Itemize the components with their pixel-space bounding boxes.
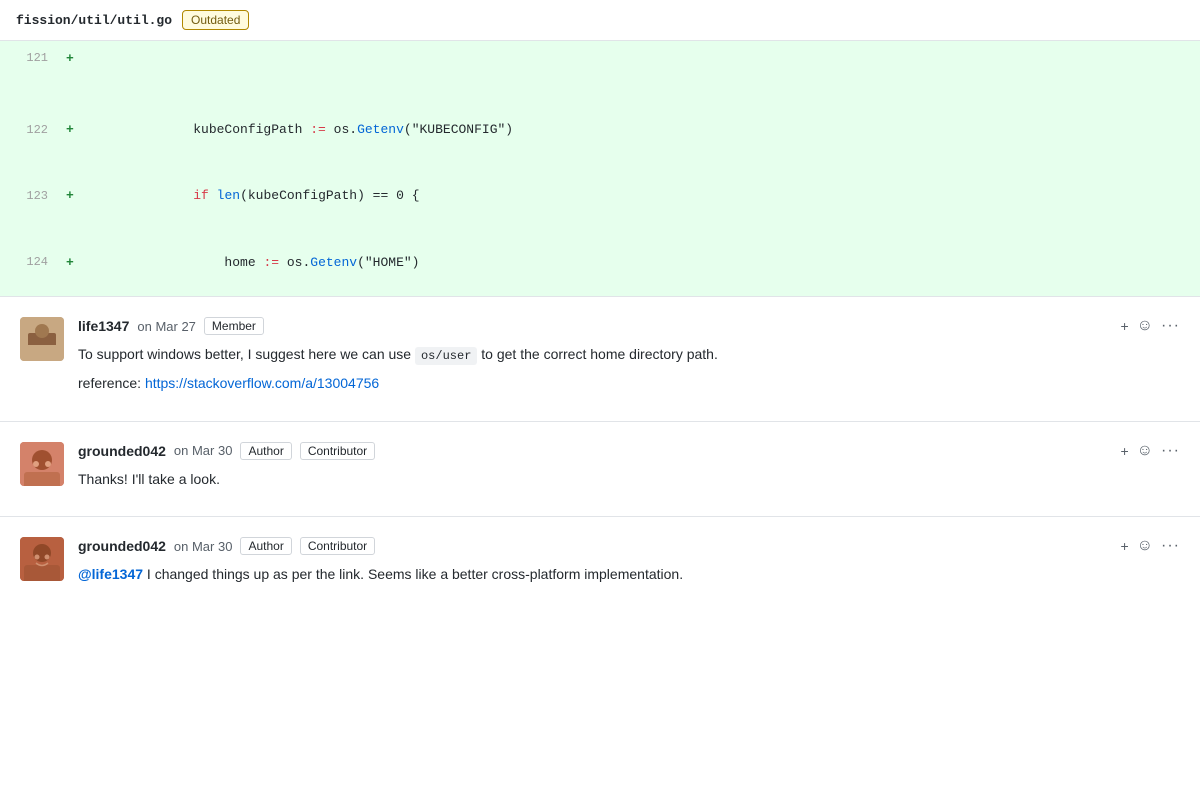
member-badge: Member (204, 317, 264, 335)
comment-header-2: grounded042 on Mar 30 Author Contributor… (78, 442, 1180, 460)
inline-code-osuser: os/user (415, 347, 477, 365)
add-reaction-icon-3[interactable]: + (1120, 538, 1128, 554)
more-options-button-1[interactable]: ··· (1161, 317, 1180, 335)
author-badge-2: Author (240, 442, 291, 460)
comment-header-3: grounded042 on Mar 30 Author Contributor… (78, 537, 1180, 555)
comment-actions-1: + ☺ ··· (1120, 317, 1180, 335)
comment-item-1: life1347 on Mar 27 Member + ☺ ··· To sup… (20, 317, 1180, 401)
comment-meta-3: grounded042 on Mar 30 Author Contributor (78, 537, 375, 555)
comment-meta-2: grounded042 on Mar 30 Author Contributor (78, 442, 375, 460)
comment-author-2: grounded042 (78, 443, 166, 459)
comment-header-1: life1347 on Mar 27 Member + ☺ ··· (78, 317, 1180, 335)
reference-label: reference: (78, 375, 145, 391)
comment-thread-3: grounded042 on Mar 30 Author Contributor… (0, 517, 1200, 611)
comment-text-1: To support windows better, I suggest her… (78, 343, 1180, 395)
diff-line-123: 123 + if len(kubeConfigPath) == 0 { (0, 163, 1200, 229)
comment-paragraph-3: Thanks! I'll take a look. (78, 468, 1180, 490)
author-badge-3: Author (240, 537, 291, 555)
code-token: os. (326, 122, 357, 137)
comment-text-after: to get the correct home directory path. (481, 346, 718, 362)
comment-meta-1: life1347 on Mar 27 Member (78, 317, 264, 335)
comment-body-1: life1347 on Mar 27 Member + ☺ ··· To sup… (78, 317, 1180, 401)
diff-plus-122: + (60, 118, 80, 143)
comment-paragraph-2: reference: https://stackoverflow.com/a/1… (78, 372, 1180, 394)
code-token: (kubeConfigPath) == 0 { (240, 188, 419, 203)
code-token: if (193, 188, 209, 203)
emoji-button-2[interactable]: ☺ (1137, 442, 1153, 460)
comment-actions-2: + ☺ ··· (1120, 442, 1180, 460)
code-token: := (310, 122, 326, 137)
code-token: := (263, 255, 279, 270)
add-reaction-icon-2[interactable]: + (1120, 443, 1128, 459)
add-reaction-icon[interactable]: + (1120, 318, 1128, 334)
code-token: Getenv (357, 122, 404, 137)
comment-body-3: grounded042 on Mar 30 Author Contributor… (78, 537, 1180, 591)
line-number-123: 123 (0, 185, 60, 208)
comment-item-3: grounded042 on Mar 30 Author Contributor… (20, 537, 1180, 591)
comment-actions-3: + ☺ ··· (1120, 537, 1180, 555)
diff-line-121: 121 + (0, 41, 1200, 77)
diff-line-122: 122 + kubeConfigPath := os.Getenv("KUBEC… (0, 97, 1200, 163)
diff-code-121 (80, 57, 1200, 61)
diff-line-124: 124 + home := os.Getenv("HOME") (0, 230, 1200, 296)
comment-paragraph-4: @life1347 I changed things up as per the… (78, 563, 1180, 585)
comments-section: life1347 on Mar 27 Member + ☺ ··· To sup… (0, 297, 1200, 611)
more-options-button-3[interactable]: ··· (1161, 537, 1180, 555)
line-number-122: 122 (0, 119, 60, 142)
code-token: Getenv (310, 255, 357, 270)
code-token (209, 188, 217, 203)
diff-spacer (0, 77, 1200, 97)
line-number-124: 124 (0, 251, 60, 274)
more-options-button-2[interactable]: ··· (1161, 442, 1180, 460)
comment-date-3: on Mar 30 (174, 539, 233, 554)
diff-plus-124: + (60, 251, 80, 276)
comment-author-1: life1347 (78, 318, 129, 334)
avatar-grounded042 (20, 442, 64, 486)
contributor-badge-3: Contributor (300, 537, 375, 555)
file-header: fission/util/util.go Outdated (0, 0, 1200, 41)
diff-plus-123: + (60, 184, 80, 209)
comment-paragraph-1: To support windows better, I suggest her… (78, 343, 1180, 366)
diff-plus-121: + (60, 47, 80, 72)
diff-code-122: kubeConfigPath := os.Getenv("KUBECONFIG"… (80, 97, 1200, 163)
comment-date-2: on Mar 30 (174, 443, 233, 458)
contributor-badge-2: Contributor (300, 442, 375, 460)
code-token (131, 188, 193, 203)
file-path: fission/util/util.go (16, 13, 172, 28)
emoji-button-1[interactable]: ☺ (1137, 317, 1153, 335)
avatar-grounded042b (20, 537, 64, 581)
comment-text-2: Thanks! I'll take a look. (78, 468, 1180, 490)
diff-code-124: home := os.Getenv("HOME") (80, 230, 1200, 296)
code-token: len (217, 188, 240, 203)
emoji-button-3[interactable]: ☺ (1137, 537, 1153, 555)
diff-container: 121 + 122 + kubeConfigPath := os.Getenv(… (0, 41, 1200, 297)
code-token: kubeConfigPath (131, 122, 310, 137)
avatar-life1347 (20, 317, 64, 361)
code-token: home (131, 255, 264, 270)
comment-thread-2: grounded042 on Mar 30 Author Contributor… (0, 422, 1200, 517)
comment-date-1: on Mar 27 (137, 319, 196, 334)
code-token: ("KUBECONFIG") (404, 122, 513, 137)
comment-author-3: grounded042 (78, 538, 166, 554)
comment-body-2: grounded042 on Mar 30 Author Contributor… (78, 442, 1180, 496)
mention-life1347: @life1347 (78, 566, 143, 582)
line-number-121: 121 (0, 47, 60, 70)
code-token: os. (279, 255, 310, 270)
comment-text-before: To support windows better, I suggest her… (78, 346, 415, 362)
comment-thread-1: life1347 on Mar 27 Member + ☺ ··· To sup… (0, 297, 1200, 422)
outdated-badge: Outdated (182, 10, 249, 30)
stackoverflow-link[interactable]: https://stackoverflow.com/a/13004756 (145, 375, 379, 391)
comment-item-2: grounded042 on Mar 30 Author Contributor… (20, 442, 1180, 496)
comment-text-3: @life1347 I changed things up as per the… (78, 563, 1180, 585)
comment-text-body: I changed things up as per the link. See… (147, 566, 683, 582)
code-token: ("HOME") (357, 255, 419, 270)
diff-code-123: if len(kubeConfigPath) == 0 { (80, 163, 1200, 229)
